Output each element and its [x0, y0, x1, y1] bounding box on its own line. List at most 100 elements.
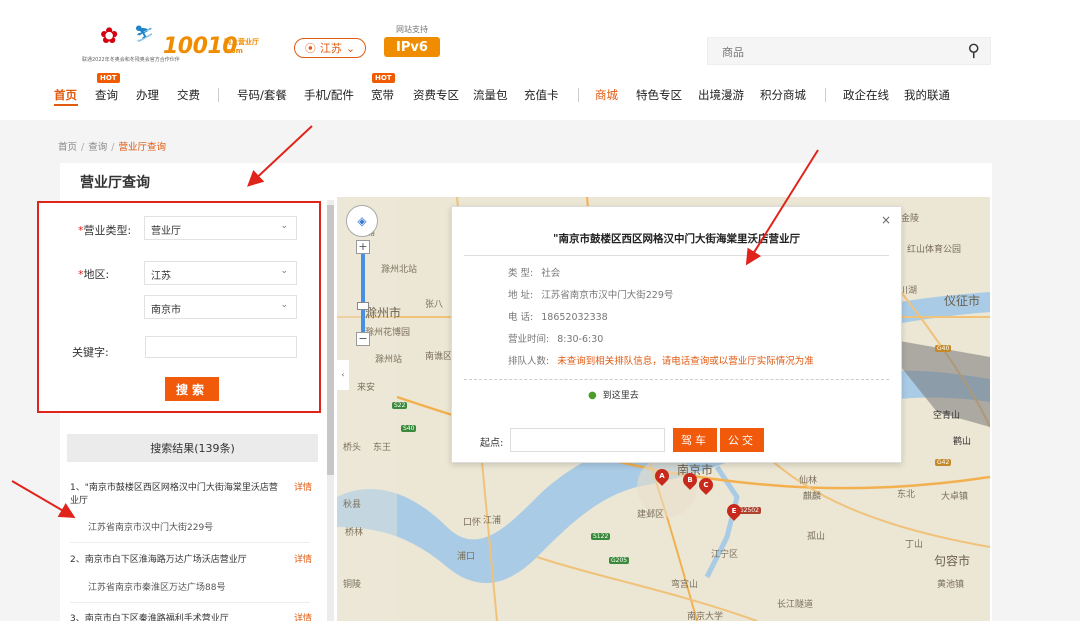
map-label: 滁州市 [365, 306, 402, 320]
info-hours: 营业时间: 8:30-6:30 [508, 334, 604, 345]
start-input[interactable] [510, 428, 665, 452]
result-address: 江苏省南京市秦淮区万达广场88号 [88, 583, 226, 593]
location-pin-icon: ⦿ [304, 42, 316, 55]
nav-number[interactable]: 号码/套餐 [237, 87, 287, 103]
nav-handle[interactable]: 办理 [136, 87, 159, 103]
map-label: 仙林 [799, 476, 818, 486]
zoom-in-button[interactable]: + [356, 240, 370, 254]
province-select[interactable]: 江苏 ⌄ [144, 261, 297, 285]
chevron-down-icon: ⌄ [280, 221, 288, 231]
search-icon[interactable]: ⚲ [968, 41, 980, 61]
result-title[interactable]: 2、南京市白下区淮海路万达广场沃店营业厅 [70, 554, 284, 567]
nav-my-unicom[interactable]: 我的联通 [904, 87, 950, 103]
list-item[interactable]: 2、南京市白下区淮海路万达广场沃店营业厅 详情 江苏省南京市秦淮区万达广场88号 [70, 554, 314, 593]
result-address: 江苏省南京市汉中门大街229号 [88, 523, 214, 533]
map-pan-control[interactable]: ◈ [346, 205, 378, 237]
highway-badge: G40 [935, 345, 952, 352]
main-nav: 首页 HOT 查询 办理 交费 号码/套餐 手机/配件 HOT 宽带 资费专区 … [54, 73, 1014, 107]
map-label: 滁州北站 [381, 265, 418, 275]
map-label: 江浦 [483, 516, 502, 526]
highway-badge: G42 [935, 459, 952, 466]
chevron-down-icon: ⌄ [345, 41, 356, 55]
map-marker-b[interactable]: B [680, 470, 700, 491]
result-title[interactable]: 3、南京市白下区秦淮路福利手术营业厅 [70, 613, 284, 621]
zoom-handle[interactable] [357, 302, 369, 310]
list-item[interactable]: 3、南京市白下区秦淮路福利手术营业厅 详情 [70, 613, 314, 621]
divider [70, 602, 310, 603]
drive-button[interactable]: 驾车 [673, 428, 717, 452]
detail-link[interactable]: 详情 [294, 482, 312, 495]
map-label: 滁州花博园 [365, 328, 411, 338]
nav-points[interactable]: 积分商城 [760, 87, 806, 103]
close-icon[interactable]: × [881, 213, 891, 227]
nav-query[interactable]: 查询 [95, 87, 118, 103]
china-unicom-logo[interactable]: ✿ ⛷ 联通2022年冬奥会和冬残奥会官方合作伙伴 [82, 22, 180, 68]
nav-recharge[interactable]: 充值卡 [524, 87, 559, 103]
site-header: ✿ ⛷ 联通2022年冬奥会和冬残奥会官方合作伙伴 10010 网上营业厅 .c… [0, 0, 1080, 120]
detail-link[interactable]: 详情 [294, 554, 312, 567]
map-label: 来安 [357, 383, 376, 393]
keyword-input[interactable] [145, 336, 297, 358]
hot-badge: HOT [372, 73, 395, 83]
chevron-down-icon: ⌄ [280, 300, 288, 310]
search-box[interactable]: 商品 ⚲ [707, 37, 991, 65]
list-item[interactable]: 1、"南京市鼓楼区西区网格汉中门大街海棠里沃店营业厅 详情 江苏省南京市汉中门大… [70, 482, 314, 533]
result-title[interactable]: 1、"南京市鼓楼区西区网格汉中门大街海棠里沃店营业厅 [70, 482, 284, 508]
nav-broadband[interactable]: 宽带 [371, 87, 394, 103]
info-address: 地 址: 江苏省南京市汉中门大街229号 [508, 290, 674, 301]
nav-roaming[interactable]: 出境漫游 [698, 87, 744, 103]
nav-divider [578, 88, 579, 102]
unicom-knot-icon: ✿ [100, 24, 119, 49]
search-category[interactable]: 商品 [722, 44, 744, 60]
nav-enterprise[interactable]: 政企在线 [843, 87, 889, 103]
zoom-out-button[interactable]: − [356, 332, 370, 346]
map-label: 句容市 [934, 554, 971, 568]
map-label: 南谯区 [425, 352, 453, 362]
brand-sub: 网上营业厅 .com [224, 38, 259, 55]
nav-mall[interactable]: 商城 [595, 87, 618, 103]
breadcrumb-current: 营业厅查询 [118, 142, 166, 153]
detail-link[interactable]: 详情 [294, 613, 312, 621]
map-label: 滁州站 [375, 355, 403, 365]
map-label: 江宁区 [711, 550, 739, 560]
type-select[interactable]: 营业厅 ⌄ [144, 216, 297, 240]
map-pin-icon: ● [588, 390, 597, 401]
info-type: 类 型: 社会 [508, 268, 561, 279]
highway-badge: S40 [401, 425, 417, 432]
search-button[interactable]: 搜索 [165, 377, 219, 401]
map-label: 建邺区 [637, 510, 665, 520]
map-label: 长江隧道 [777, 600, 814, 610]
nav-tariff[interactable]: 资费专区 [413, 87, 459, 103]
map-label: 黄池镇 [937, 580, 965, 590]
nav-featured[interactable]: 特色专区 [636, 87, 682, 103]
nav-phone[interactable]: 手机/配件 [304, 87, 354, 103]
transit-button[interactable]: 公交 [720, 428, 764, 452]
map-label: 丁山 [905, 540, 924, 550]
store-info-popup: × "南京市鼓楼区西区网格汉中门大街海棠里沃店营业厅 类 型: 社会 地 址: 江苏… [451, 206, 902, 463]
nav-active-indicator [54, 104, 78, 106]
go-here-link[interactable]: ● 到这里去 [588, 388, 639, 401]
scrollbar-thumb[interactable] [327, 205, 334, 475]
nav-divider [218, 88, 219, 102]
breadcrumb-home[interactable]: 首页 [58, 142, 77, 153]
panel-collapse-toggle[interactable]: ‹ [337, 360, 349, 390]
olympic-emblem-icon: ⛷ [134, 24, 155, 43]
map-label: 张八 [425, 300, 444, 310]
location-selector[interactable]: ⦿ 江苏 ⌄ [294, 38, 366, 58]
nav-home[interactable]: 首页 [54, 87, 77, 103]
hot-badge: HOT [97, 73, 120, 83]
map-marker-a[interactable]: A [652, 466, 672, 487]
map-label: 大卓镇 [941, 492, 969, 502]
map-marker-e[interactable]: E [724, 501, 744, 522]
map-zoom-control[interactable]: + − [356, 240, 370, 346]
info-phone: 电 话: 18652032338 [508, 312, 608, 323]
region-label: *地区: [78, 268, 110, 281]
zoom-slider[interactable] [361, 254, 365, 332]
nav-pay[interactable]: 交费 [177, 87, 200, 103]
divider [464, 379, 889, 380]
city-select[interactable]: 南京市 ⌄ [144, 295, 297, 319]
breadcrumb-query[interactable]: 查询 [88, 142, 107, 153]
nav-data[interactable]: 流量包 [473, 87, 508, 103]
map-marker-c[interactable]: C [696, 475, 716, 496]
map-label: 桥林 [345, 528, 364, 538]
